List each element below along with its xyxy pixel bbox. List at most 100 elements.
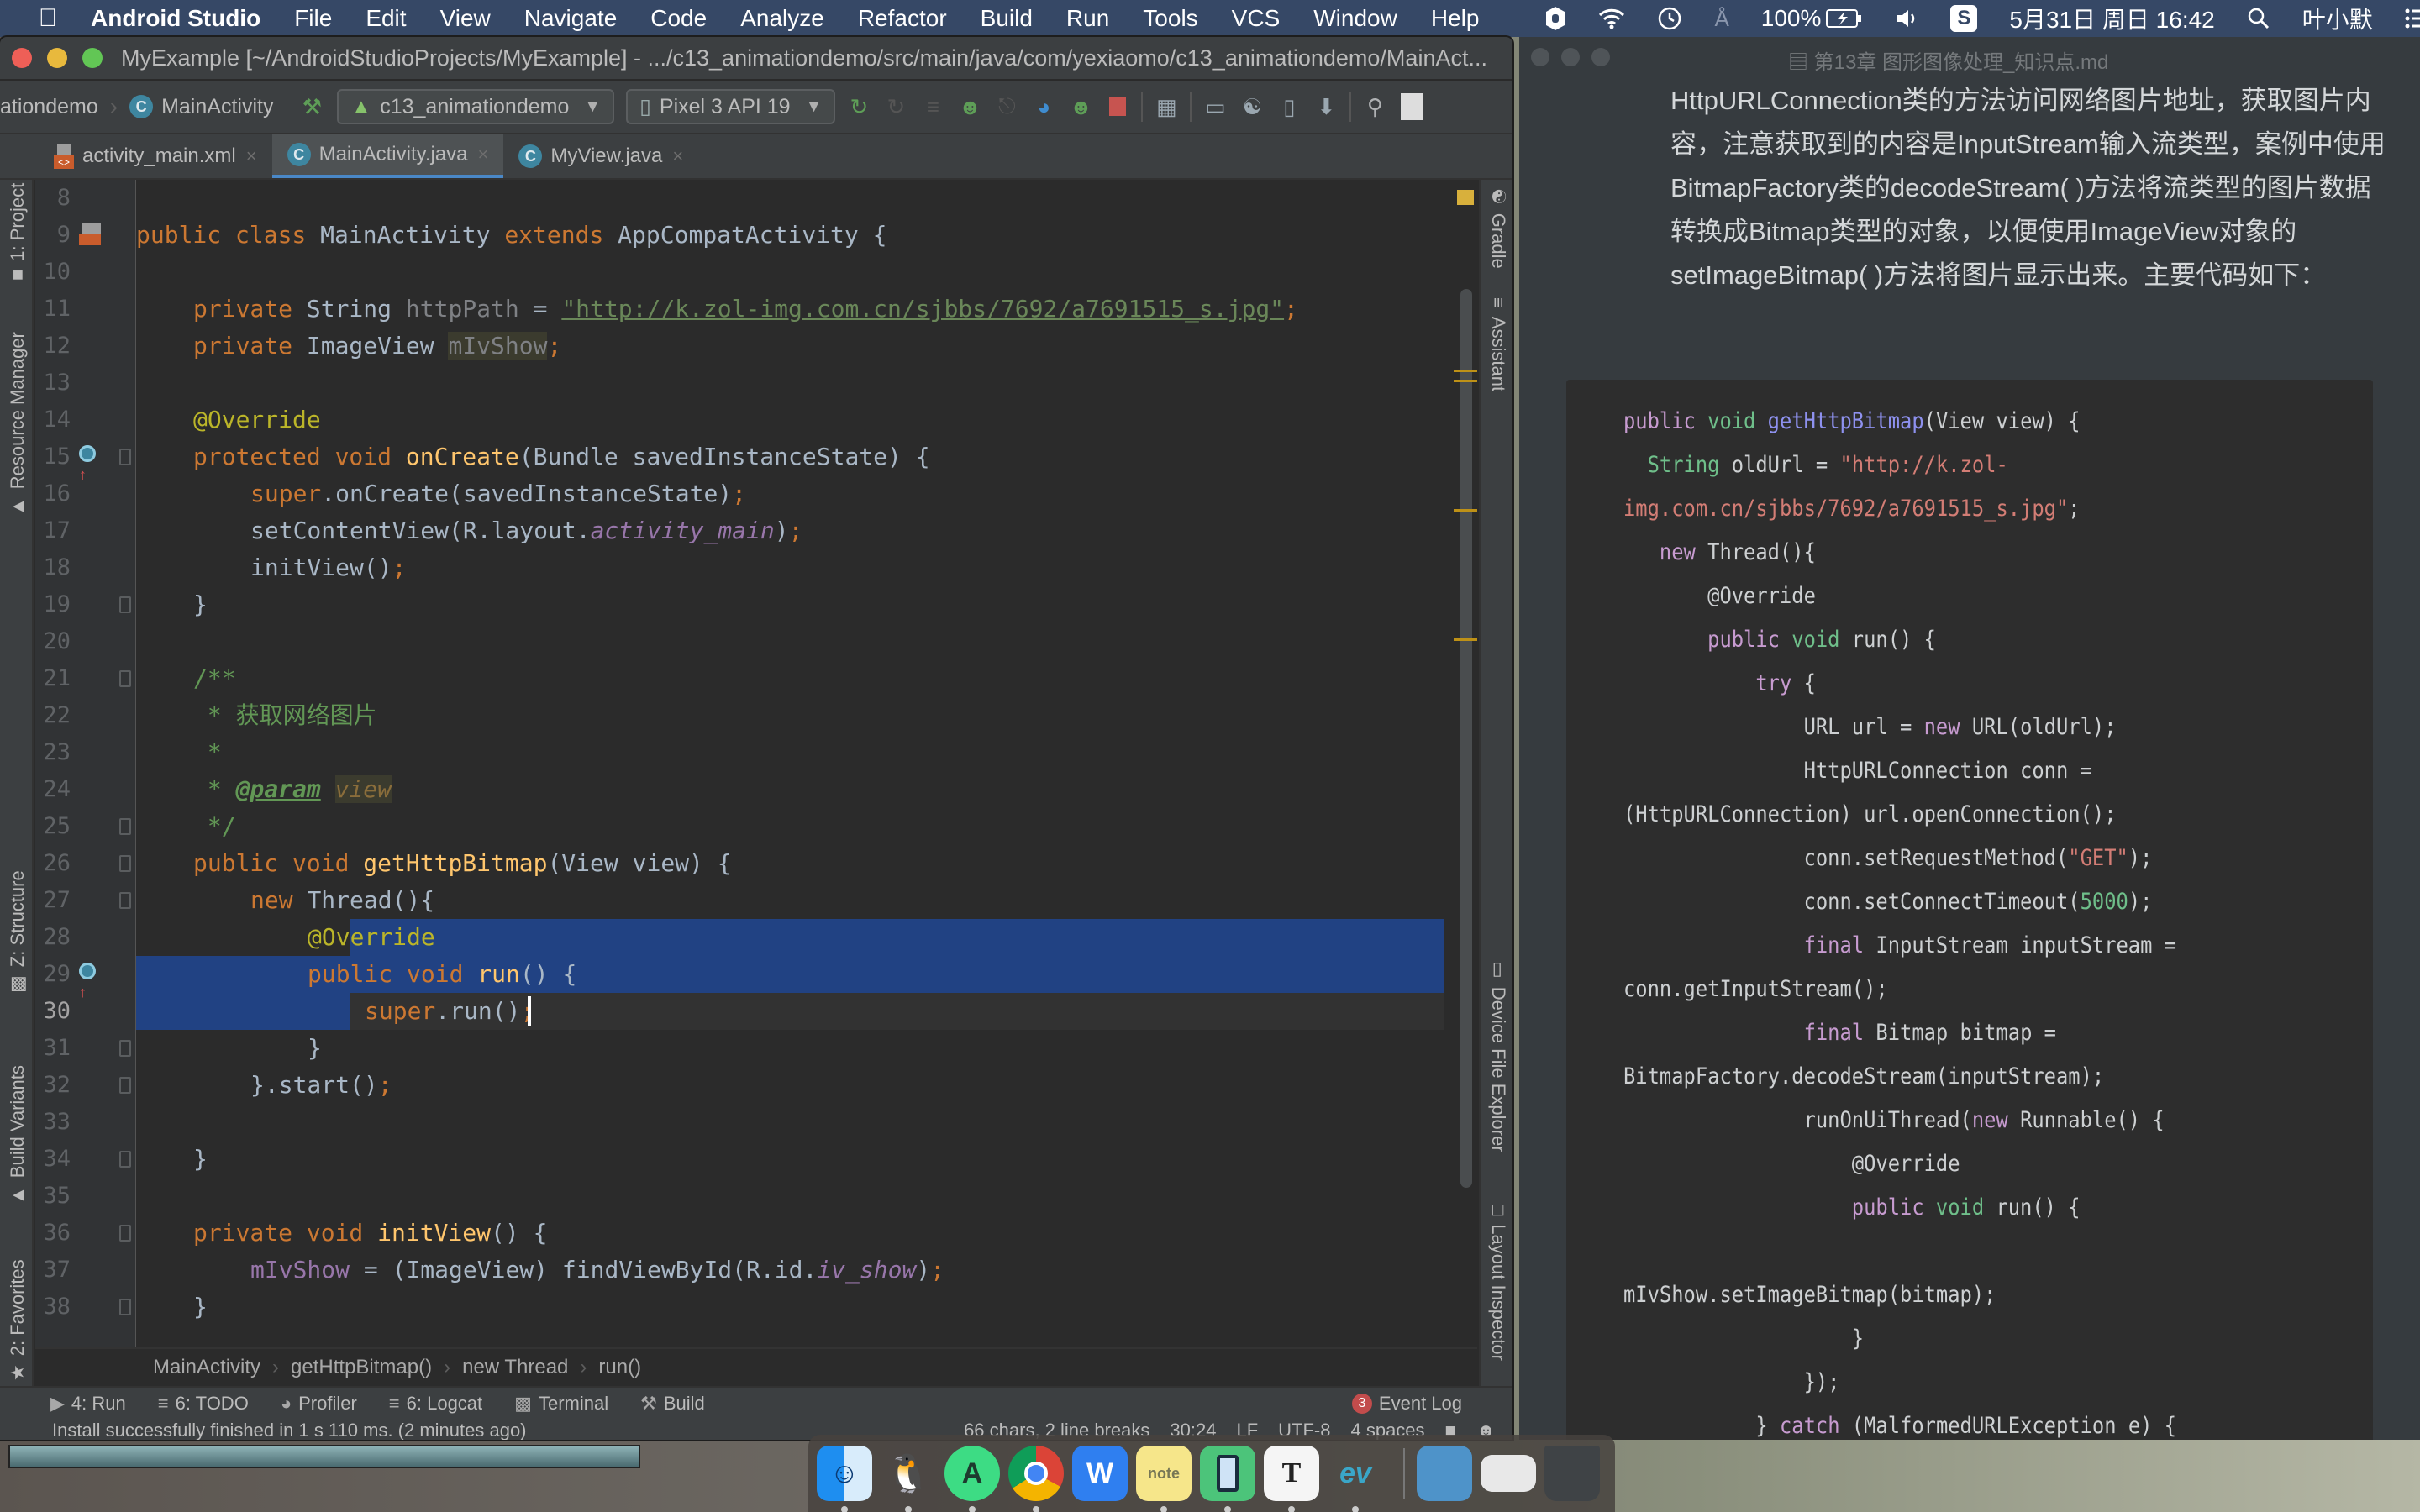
attach-debugger-process-icon[interactable]: ☻	[1067, 93, 1094, 120]
fold-toggle-icon[interactable]	[119, 1040, 131, 1057]
tool-structure[interactable]: ▩ Z: Structure	[7, 870, 29, 993]
tab-mainactivity-java[interactable]: C MainActivity.java ×	[271, 134, 504, 178]
menu-file[interactable]: File	[294, 5, 332, 32]
dock-downloads-folder-icon[interactable]	[1417, 1446, 1472, 1501]
tab-activity-main-xml[interactable]: <> activity_main.xml ×	[39, 134, 272, 178]
dock-qq-icon[interactable]: 🐧	[881, 1446, 936, 1512]
close-tab-icon[interactable]: ×	[478, 144, 489, 165]
tool-resource-manager[interactable]: ▲ Resource Manager	[7, 332, 29, 516]
minimize-window-button[interactable]	[1561, 48, 1580, 66]
fold-toggle-icon[interactable]	[119, 670, 131, 687]
dock-stickies-icon[interactable]: note	[1136, 1446, 1192, 1512]
tab-myview-java[interactable]: C MyView.java ×	[503, 134, 698, 178]
md-paragraph[interactable]: HttpURLConnection类的方法访问网络图片地址，获取图片内容，注意获…	[1670, 79, 2393, 297]
tool-layout-inspector[interactable]: □ Layout Inspector	[1487, 1205, 1509, 1361]
apple-logo-icon[interactable]: 	[34, 4, 62, 33]
override-method-icon[interactable]: ↑	[79, 445, 103, 483]
close-tab-icon[interactable]: ×	[672, 145, 683, 167]
breadcrumb-item[interactable]: getHttpBitmap()	[291, 1356, 432, 1379]
menu-edit[interactable]: Edit	[366, 5, 406, 32]
debug-bug-icon[interactable]: ☻	[956, 93, 983, 120]
fold-toggle-icon[interactable]	[119, 855, 131, 872]
breadcrumb-item[interactable]: MainActivity	[153, 1356, 260, 1379]
menu-analyze[interactable]: Analyze	[740, 5, 824, 32]
breadcrumb-class[interactable]: C MainActivity	[129, 95, 273, 119]
fold-toggle-icon[interactable]	[119, 1151, 131, 1168]
menu-help[interactable]: Help	[1431, 5, 1480, 32]
breadcrumb-item[interactable]: run()	[598, 1356, 641, 1379]
breadcrumb-item[interactable]: new Thread	[462, 1356, 568, 1379]
close-window-button[interactable]	[1531, 48, 1549, 66]
minimize-window-button[interactable]	[47, 48, 67, 68]
menu-run[interactable]: Run	[1066, 5, 1109, 32]
dock-preview-window-icon[interactable]	[1481, 1455, 1536, 1492]
device-manager-icon[interactable]: ▯	[1276, 93, 1302, 120]
avd-manager-icon[interactable]: ▭	[1202, 93, 1228, 120]
layout-file-link-icon[interactable]	[79, 223, 103, 247]
spotlight-search-icon[interactable]	[2247, 7, 2270, 30]
apply-changes-restart-icon[interactable]: ↻	[845, 93, 872, 120]
fold-toggle-icon[interactable]	[119, 818, 131, 835]
code-area[interactable]: public class MainActivity extends AppCom…	[136, 180, 1444, 1347]
attach-debugger-icon[interactable]: ⎋	[993, 93, 1020, 120]
error-stripe-marker[interactable]	[1454, 638, 1477, 641]
fold-toggle-icon[interactable]	[119, 1077, 131, 1094]
fold-toggle-icon[interactable]	[119, 1225, 131, 1242]
tool-tab-run[interactable]: ▶ 4: Run	[50, 1393, 126, 1415]
fold-toggle-icon[interactable]	[119, 1299, 131, 1315]
md-code-block[interactable]: public void getHttpBitmap(View view) { S…	[1566, 380, 2373, 1440]
breadcrumb-module[interactable]: ationdemo	[0, 95, 98, 119]
battery-status[interactable]: 100%	[1761, 5, 1864, 32]
dock-ev-recorder-icon[interactable]: ev	[1328, 1446, 1383, 1512]
sync-gradle-icon[interactable]: ☯	[1239, 93, 1265, 120]
bluetooth-icon[interactable]: Å	[1714, 6, 1728, 32]
fold-toggle-icon[interactable]	[119, 449, 131, 465]
tool-tab-profiler[interactable]: ◕ Profiler	[281, 1393, 357, 1415]
tool-tab-terminal[interactable]: ▩ Terminal	[514, 1393, 608, 1415]
apply-code-changes-icon[interactable]: ↻	[882, 93, 909, 120]
fold-toggle-icon[interactable]	[119, 596, 131, 613]
device-dropdown[interactable]: ▯ Pixel 3 API 19 ▼	[626, 89, 836, 124]
wifi-icon[interactable]	[1598, 8, 1625, 29]
tool-build-variants[interactable]: ▲ Build Variants	[7, 1065, 29, 1205]
error-stripe-marker[interactable]	[1454, 509, 1477, 512]
menu-vcs[interactable]: VCS	[1232, 5, 1281, 32]
zoom-window-button[interactable]	[82, 48, 103, 68]
dock-simulator-icon[interactable]	[1200, 1446, 1255, 1512]
profile-icon[interactable]: ◕	[1030, 93, 1057, 120]
event-log-button[interactable]: 3 Event Log	[1351, 1393, 1462, 1415]
menu-build[interactable]: Build	[981, 5, 1033, 32]
menu-app-name[interactable]: Android Studio	[91, 5, 260, 32]
dock-typora-icon[interactable]: T	[1264, 1446, 1319, 1512]
tool-favorites[interactable]: ★ 2: Favorites	[7, 1259, 29, 1381]
menu-tools[interactable]: Tools	[1143, 5, 1197, 32]
sdk-manager-icon[interactable]: ⬇	[1313, 93, 1339, 120]
close-window-button[interactable]	[12, 48, 32, 68]
warning-indicator-icon[interactable]	[1457, 190, 1474, 205]
close-tab-icon[interactable]: ×	[246, 145, 257, 167]
menu-window[interactable]: Window	[1313, 5, 1397, 32]
dock-wps-icon[interactable]: W	[1072, 1446, 1128, 1501]
error-stripe-marker[interactable]	[1454, 370, 1477, 372]
stop-icon[interactable]	[1104, 93, 1131, 120]
dock-chrome-icon[interactable]	[1008, 1446, 1064, 1512]
code-editor[interactable]: 8 9 10 11 12 13 14 15 16 17 18 19 20 21 22 23 24 25 26 27 28…	[35, 180, 1477, 1347]
clock[interactable]: 5月31日 周日 16:42	[2009, 2, 2214, 35]
tool-project[interactable]: ■ 1: Project	[7, 183, 29, 281]
run-config-dropdown[interactable]: ▲ c13_animationdemo ▼	[337, 89, 615, 124]
tool-device-file-explorer[interactable]: ▭ Device File Explorer	[1487, 961, 1509, 1152]
input-method-icon[interactable]: S	[1950, 5, 1978, 32]
account-avatar-icon[interactable]	[1398, 93, 1425, 120]
error-stripe-marker[interactable]	[1454, 380, 1477, 382]
dock-android-studio-icon[interactable]: A	[944, 1446, 1000, 1512]
menu-navigate[interactable]: Navigate	[524, 5, 618, 32]
editor-scrollbar[interactable]	[1460, 289, 1472, 1188]
menu-view[interactable]: View	[440, 5, 491, 32]
shield-status-icon[interactable]	[1544, 6, 1566, 31]
menu-code[interactable]: Code	[650, 5, 707, 32]
apply-changes-icon[interactable]: ≡	[919, 93, 946, 120]
time-machine-icon[interactable]	[1657, 6, 1682, 31]
project-structure-icon[interactable]: ▦	[1153, 93, 1180, 120]
tool-tab-todo[interactable]: ≡ 6: TODO	[158, 1393, 249, 1415]
status-message[interactable]: Install successfully finished in 1 s 110…	[52, 1420, 527, 1441]
